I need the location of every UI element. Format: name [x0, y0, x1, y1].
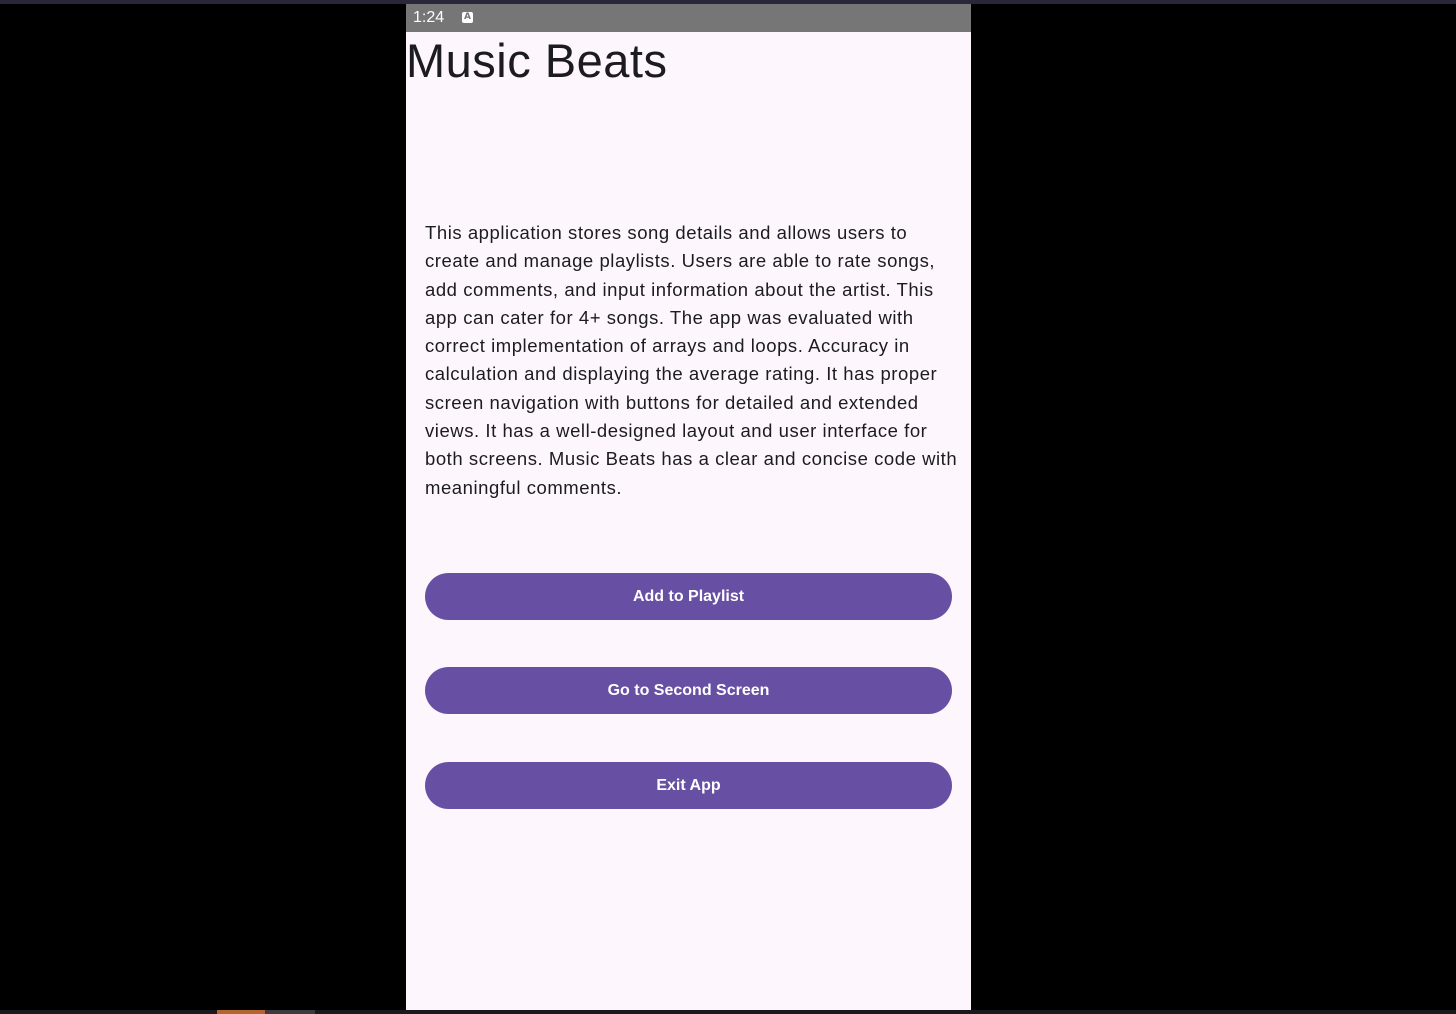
status-bar: 1:24 A	[406, 4, 971, 32]
app-description: This application stores song details and…	[425, 222, 958, 498]
taskbar-accent	[217, 1010, 265, 1014]
exit-app-button[interactable]: Exit App	[425, 762, 952, 809]
status-time: 1:24	[413, 9, 445, 26]
taskbar-segment	[265, 1010, 315, 1014]
emulator-screen: 1:24 A Music Beats This application stor…	[406, 4, 971, 1010]
add-to-playlist-button[interactable]: Add to Playlist	[425, 573, 952, 620]
page-title: Music Beats	[406, 34, 668, 87]
go-to-second-screen-button[interactable]: Go to Second Screen	[425, 667, 952, 714]
notification-a-icon: A	[462, 12, 473, 23]
